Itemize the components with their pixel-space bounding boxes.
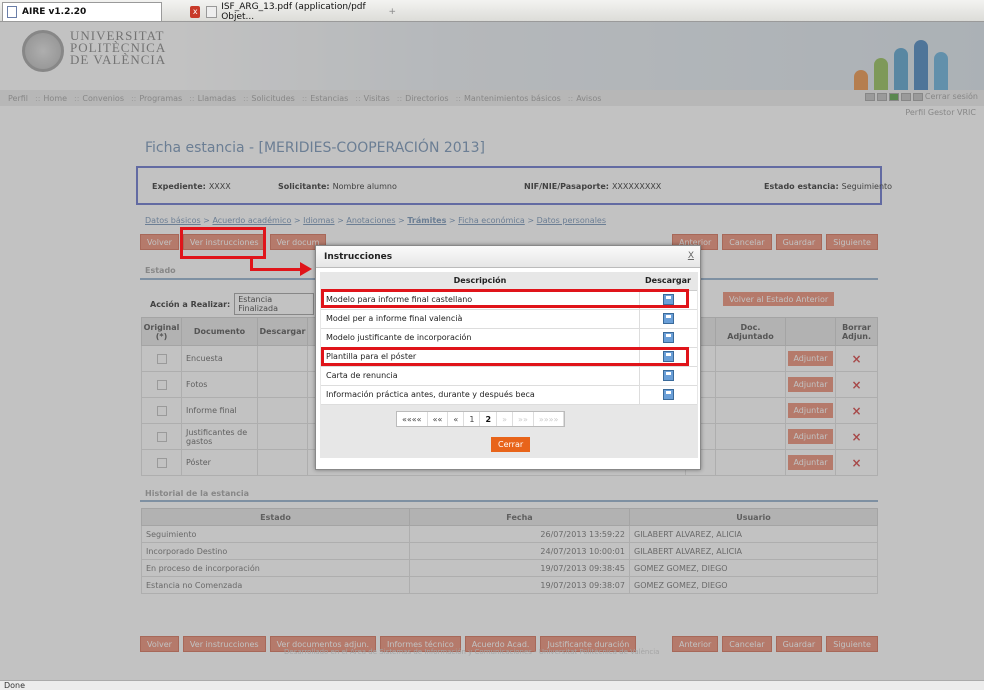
annotation-arrowhead-icon (300, 262, 312, 276)
pager-prev2[interactable]: «« (428, 412, 449, 426)
highlight-row-plantilla-poster (321, 347, 689, 366)
table-row: Model per a informe final valencià (321, 309, 697, 329)
download-icon[interactable] (662, 370, 674, 381)
pager-page-1[interactable]: 1 (464, 412, 481, 426)
instr-descripcion: Carta de renuncia (321, 366, 639, 386)
new-tab-button[interactable]: + (388, 7, 396, 17)
pager-page-2[interactable]: 2 (480, 412, 498, 426)
instr-descripcion: Model per a informe final valencià (321, 309, 639, 329)
pager-last[interactable]: »»»» (534, 412, 565, 426)
tab-pdf-label: ISF_ARG_13.pdf (application/pdf Objet... (221, 1, 366, 22)
table-row: Carta de renuncia (321, 366, 697, 386)
tab-aire[interactable]: AIRE v1.2.20 (2, 2, 162, 21)
table-row: Modelo justificante de incorporación (321, 328, 697, 348)
status-bar: Done (0, 680, 984, 690)
close-tab-icon[interactable]: x (190, 5, 201, 18)
cerrar-button[interactable]: Cerrar (491, 437, 531, 452)
download-icon[interactable] (662, 332, 674, 343)
download-icon[interactable] (662, 313, 674, 324)
col-descripcion: Descripción (321, 272, 639, 291)
tab-pdf[interactable]: x ISF_ARG_13.pdf (application/pdf Objet.… (186, 1, 396, 22)
table-row: Información práctica antes, durante y de… (321, 385, 697, 405)
page-icon (7, 6, 17, 18)
pager-next2[interactable]: »» (513, 412, 534, 426)
highlight-ver-instrucciones (180, 227, 266, 259)
pdf-icon (206, 5, 218, 18)
browser-tab-bar: AIRE v1.2.20 x ISF_ARG_13.pdf (applicati… (0, 0, 984, 22)
col-descargar: Descargar (639, 272, 697, 291)
tab-aire-label: AIRE v1.2.20 (22, 7, 87, 17)
modal-title: Instrucciones (316, 246, 700, 268)
pager-prev[interactable]: « (448, 412, 465, 426)
instr-descripcion: Modelo justificante de incorporación (321, 328, 639, 348)
highlight-row-modelo-castellano (321, 289, 689, 308)
pager-next[interactable]: » (497, 412, 514, 426)
download-icon[interactable] (662, 389, 674, 400)
modal-close-button[interactable]: X (688, 251, 694, 261)
instr-descripcion: Información práctica antes, durante y de… (321, 385, 639, 405)
annotation-arrow (250, 268, 305, 271)
pager-first[interactable]: «««« (397, 412, 428, 426)
pagination: «««« «« « 1 2 » »» »»»» (396, 411, 566, 427)
